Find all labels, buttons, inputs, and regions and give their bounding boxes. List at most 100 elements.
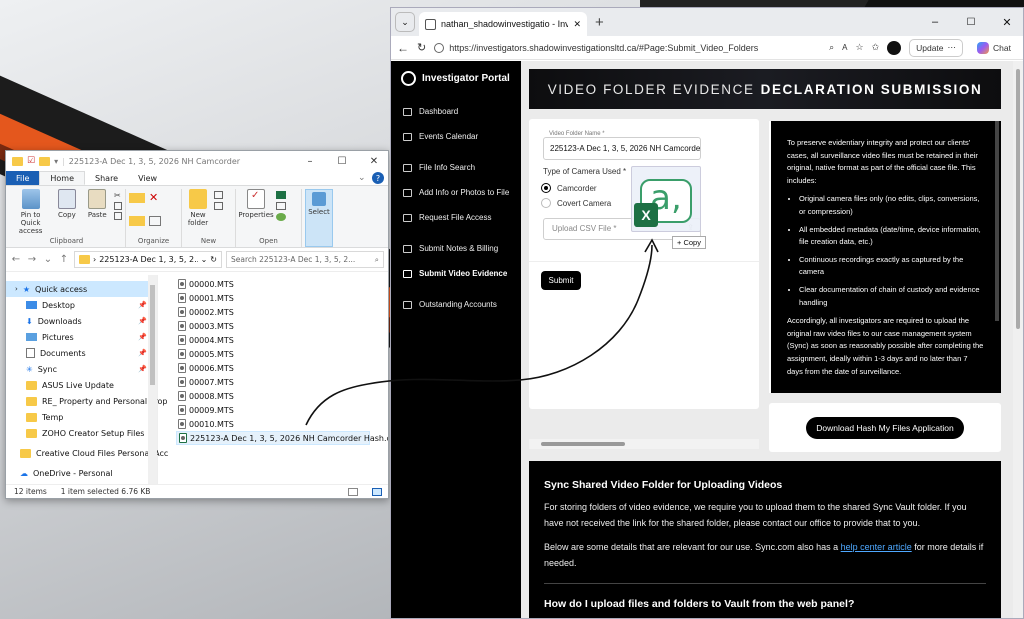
checkmark-icon[interactable]: ☑ <box>27 156 35 166</box>
address-dropdown-icon[interactable]: ⌄ <box>201 255 208 264</box>
copy-button[interactable]: Copy <box>53 189 80 235</box>
read-aloud-icon[interactable]: A <box>842 43 847 52</box>
tab-actions-icon[interactable]: ⌄ <box>395 12 415 32</box>
copy-path-icon[interactable] <box>114 202 123 210</box>
up-arrow-icon[interactable]: ↑ <box>58 254 70 265</box>
file-item[interactable]: 00009.MTS <box>176 403 370 417</box>
video-folder-name-input[interactable]: 225123-A Dec 1, 3, 5, 2026 NH Camcorde <box>543 137 701 160</box>
details-view-icon[interactable] <box>348 487 358 496</box>
refresh-icon[interactable]: ↻ <box>210 255 217 264</box>
radio-camcorder[interactable]: Camcorder <box>541 183 597 193</box>
submit-button[interactable]: Submit <box>541 271 581 290</box>
profile-avatar-icon[interactable] <box>887 40 902 55</box>
file-item[interactable]: 00002.MTS <box>176 305 370 319</box>
rename-icon[interactable] <box>149 216 161 226</box>
file-item[interactable]: 225123-A Dec 1, 3, 5, 2026 NH Camcorder … <box>176 431 388 445</box>
quick-access-dropdown-icon[interactable]: ▾ <box>54 157 58 166</box>
edit-icon[interactable] <box>276 202 286 210</box>
cut-icon[interactable]: ✂ <box>114 191 122 200</box>
delete-icon[interactable]: ✕ <box>149 192 158 212</box>
close-button[interactable]: ✕ <box>991 16 1023 29</box>
minimize-button[interactable]: – <box>919 16 951 28</box>
paste-shortcut-icon[interactable] <box>114 212 123 220</box>
nav-sync[interactable]: ✳ Sync 📌 <box>6 361 157 377</box>
select-button[interactable]: Select <box>305 189 333 247</box>
easy-access-icon[interactable] <box>214 202 223 210</box>
file-item[interactable]: 00007.MTS <box>176 375 370 389</box>
pin-quick-access-button[interactable]: Pin to Quick access <box>11 189 50 235</box>
nav-re-property[interactable]: RE_ Property and Personal Prop <box>6 393 167 409</box>
nav-request-file-access[interactable]: Request File Access <box>391 205 521 230</box>
nav-file-info-search[interactable]: File Info Search <box>391 155 521 180</box>
radio-unselected-icon[interactable] <box>541 198 551 208</box>
nav-dashboard[interactable]: Dashboard <box>391 99 521 124</box>
large-icons-view-icon[interactable] <box>372 487 382 496</box>
radio-selected-icon[interactable] <box>541 183 551 193</box>
back-arrow-icon[interactable]: ← <box>397 41 409 55</box>
file-item[interactable]: 00010.MTS <box>176 417 370 431</box>
file-item[interactable]: 00001.MTS <box>176 291 370 305</box>
tab-home[interactable]: Home <box>39 171 86 185</box>
help-center-link[interactable]: help center article <box>841 542 912 552</box>
copilot-chat-button[interactable]: Chat <box>971 39 1017 57</box>
nav-scrollbar[interactable] <box>148 275 157 484</box>
maximize-button[interactable]: ☐ <box>955 17 987 28</box>
radio-covert-camera[interactable]: Covert Camera <box>541 198 611 208</box>
nav-asus-live-update[interactable]: ASUS Live Update <box>6 377 157 393</box>
update-button[interactable]: Update ⋯ <box>909 38 964 57</box>
refresh-icon[interactable]: ↻ <box>417 41 426 54</box>
file-item[interactable]: 00006.MTS <box>176 361 370 375</box>
file-item[interactable]: 00003.MTS <box>176 319 370 333</box>
file-item[interactable]: 00004.MTS <box>176 333 370 347</box>
properties-button[interactable]: ✓ Properties <box>238 189 274 235</box>
nav-desktop[interactable]: Desktop 📌 <box>6 297 157 313</box>
nav-downloads[interactable]: ⬇ Downloads 📌 <box>6 313 157 329</box>
tab-close-icon[interactable]: ✕ <box>573 19 581 30</box>
ribbon-collapse-icon[interactable]: ⌄ <box>358 171 372 185</box>
back-arrow-icon[interactable]: ← <box>10 254 22 265</box>
excel-open-icon[interactable] <box>276 191 286 199</box>
tab-view[interactable]: View <box>128 171 167 185</box>
extensions-icon[interactable]: ✩ <box>872 42 880 53</box>
panel-scrollbar[interactable] <box>995 121 999 321</box>
nav-add-info-photos[interactable]: Add Info or Photos to File <box>391 180 521 205</box>
form-horizontal-scrollbar[interactable] <box>529 439 759 449</box>
forward-arrow-icon[interactable]: → <box>26 254 38 265</box>
browser-tab[interactable]: nathan_shadowinvestigatio - Inve ✕ <box>419 12 587 36</box>
page-scrollbar[interactable] <box>1013 61 1023 618</box>
nav-submit-notes-billing[interactable]: Submit Notes & Billing <box>391 236 521 261</box>
scrollbar-thumb[interactable] <box>1016 69 1020 329</box>
new-item-icon[interactable] <box>214 191 223 199</box>
copy-to-icon[interactable] <box>129 216 145 226</box>
scrollbar-thumb[interactable] <box>541 442 625 446</box>
nav-zoho-creator[interactable]: ZOHO Creator Setup Files <box>6 425 157 441</box>
nav-documents[interactable]: Documents 📌 <box>6 345 157 361</box>
tab-share[interactable]: Share <box>85 171 128 185</box>
nav-onedrive[interactable]: ☁ OneDrive - Personal <box>6 465 157 481</box>
close-button[interactable]: ✕ <box>360 156 388 167</box>
nav-events-calendar[interactable]: Events Calendar <box>391 124 521 149</box>
nav-quick-access[interactable]: › ★ Quick access <box>6 281 157 297</box>
site-info-icon[interactable] <box>434 42 445 53</box>
nav-pictures[interactable]: Pictures 📌 <box>6 329 157 345</box>
scrollbar-thumb[interactable] <box>150 285 155 385</box>
maximize-button[interactable]: ☐ <box>328 156 356 167</box>
help-icon[interactable]: ? <box>372 172 384 184</box>
search-input[interactable]: Search 225123-A Dec 1, 3, 5, 2... ⌕ <box>226 251 384 268</box>
expand-icon[interactable]: › <box>15 285 18 293</box>
move-to-icon[interactable] <box>129 193 145 203</box>
minimize-button[interactable]: – <box>296 156 324 167</box>
zoom-icon[interactable]: ⌕ <box>829 42 834 53</box>
address-box[interactable]: › 225123-A Dec 1, 3, 5, 2... ⌄ ↻ <box>74 251 222 268</box>
address-bar[interactable]: https://investigators.shadowinvestigatio… <box>434 42 821 53</box>
nav-creative-cloud[interactable]: Creative Cloud Files Personal Acc <box>6 445 168 461</box>
favorite-star-icon[interactable]: ☆ <box>855 42 863 53</box>
nav-submit-video-evidence[interactable]: Submit Video Evidence <box>391 261 521 286</box>
portal-brand[interactable]: Investigator Portal <box>391 61 521 95</box>
new-folder-button[interactable]: New folder <box>185 189 211 235</box>
file-item[interactable]: 00008.MTS <box>176 389 370 403</box>
download-hash-button[interactable]: Download Hash My Files Application <box>806 416 964 439</box>
new-tab-icon[interactable]: + <box>595 14 604 31</box>
recent-dropdown-icon[interactable]: ⌄ <box>42 254 54 265</box>
tab-file[interactable]: File <box>6 171 40 185</box>
